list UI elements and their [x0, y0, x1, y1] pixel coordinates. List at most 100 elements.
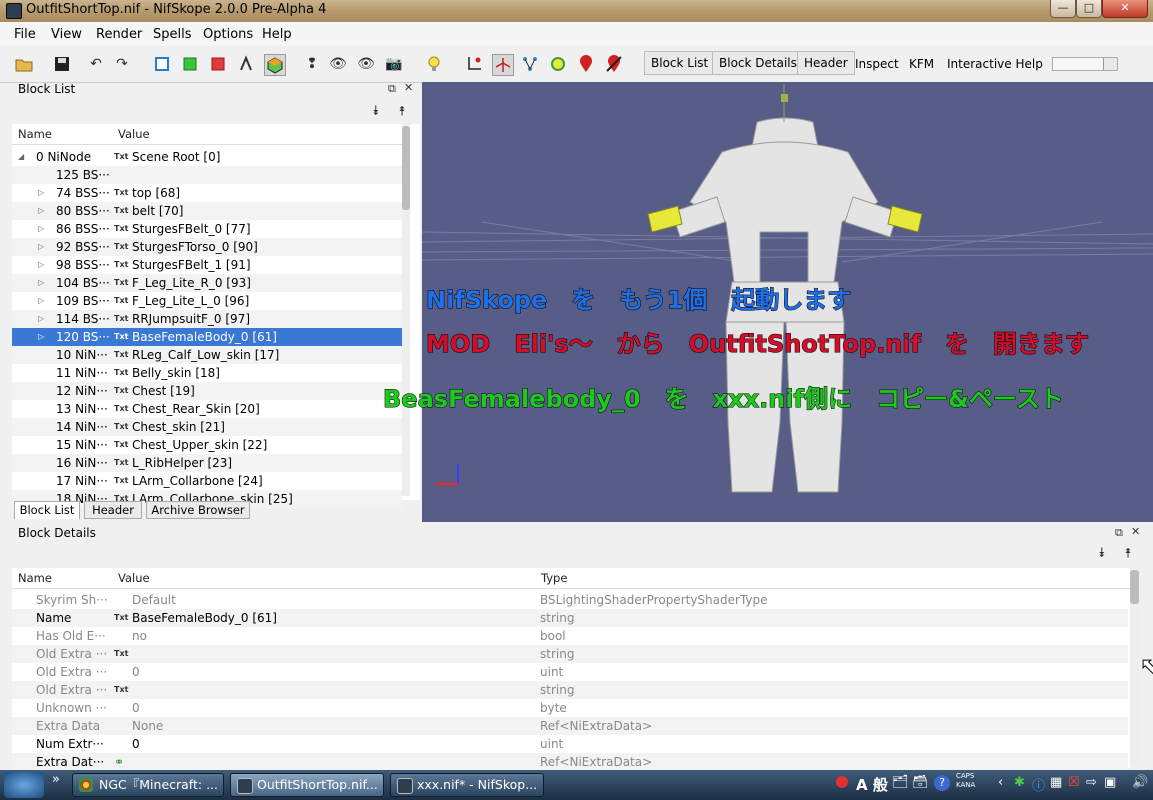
show-nodes-icon[interactable] [492, 54, 514, 76]
show-axes-icon[interactable] [464, 54, 484, 74]
detail-row[interactable]: Skyrim Sh··· Default BSLightingShaderPrope… [12, 591, 1128, 609]
menu-file[interactable]: File [14, 27, 36, 42]
tree-row[interactable]: 17 NiN··· Txt LArm_Collarbone [24] [12, 472, 402, 490]
detail-row[interactable]: Extra Dat··· ⚭ Ref<NiExtraData> [12, 753, 1128, 771]
maximize-button[interactable]: □ [1076, 0, 1102, 18]
float-panel-icon[interactable]: ⧉ [388, 82, 396, 96]
undo-icon[interactable]: ↶ [86, 54, 106, 74]
kfm-button[interactable]: KFM [909, 57, 934, 71]
tree-row[interactable]: 10 NiN··· Txt RLeg_Calf_Low_skin [17] [12, 346, 402, 364]
float-details-icon[interactable]: ⧉ [1115, 526, 1123, 540]
show-desktop-icon[interactable] [4, 772, 44, 798]
detail-row[interactable]: Unknown ··· 0 byte [12, 699, 1128, 717]
view-top-icon[interactable] [180, 54, 200, 74]
arrow-tray-icon[interactable]: ⇨ [1086, 775, 1097, 790]
tab-archive-browser[interactable]: Archive Browser [146, 501, 250, 519]
taskbar-nifskope-outfit[interactable]: OutfitShortTop.nif... [230, 773, 384, 797]
show-marked-icon[interactable]: 👁 [356, 54, 376, 74]
expand-arrow-icon[interactable]: ▷ [38, 328, 44, 346]
view-perspective-icon[interactable] [264, 54, 286, 76]
close-details-icon[interactable]: ✕ [1131, 525, 1140, 538]
show-hidden-icon[interactable]: 👁 [328, 54, 348, 74]
header-toggle-button[interactable]: Header [797, 51, 855, 75]
tree-row[interactable]: 11 NiN··· Txt Belly_skin [18] [12, 364, 402, 382]
menu-options[interactable]: Options [203, 27, 253, 42]
block-details-toggle-button[interactable]: Block Details [712, 51, 804, 75]
expand-arrow-icon[interactable]: ▷ [38, 184, 44, 202]
details-header-value[interactable]: Value [118, 571, 150, 585]
tree-row[interactable]: ▷ 114 BS··· Txt RRJumpsuitF_0 [97] [12, 310, 402, 328]
tree-row[interactable]: ▷ 120 BS··· Txt BaseFemaleBody_0 [61] [12, 328, 402, 346]
tab-header[interactable]: Header [84, 501, 142, 519]
view-side-icon[interactable] [208, 54, 228, 74]
monitor-icon[interactable]: ▣ [1104, 775, 1116, 790]
screenshot-icon[interactable]: 📷 [384, 54, 404, 74]
tree-row[interactable]: ▷ 92 BSS··· Txt SturgesFTorso_0 [90] [12, 238, 402, 256]
menu-view[interactable]: View [51, 27, 82, 42]
expand-all-icon[interactable]: ⯯ [372, 104, 380, 119]
tree-row[interactable]: ◢ 0 NiNode Txt Scene Root [0] [12, 148, 402, 166]
collapse-all-icon[interactable]: ⯭ [398, 104, 406, 119]
close-button[interactable]: ✕ [1102, 0, 1148, 18]
details-scroll-thumb[interactable] [1130, 570, 1139, 604]
tray-expand-icon[interactable]: ‹ [998, 775, 1003, 790]
ime-status-icon[interactable] [836, 776, 848, 788]
block-list-toggle-button[interactable]: Block List [644, 51, 716, 75]
detail-row[interactable]: Extra Data None Ref<NiExtraData> [12, 717, 1128, 735]
tab-block-list[interactable]: Block List [14, 501, 80, 519]
expand-arrow-icon[interactable]: ▷ [38, 292, 44, 310]
details-header-name[interactable]: Name [18, 571, 52, 585]
help-icon[interactable]: ? [934, 775, 950, 791]
detail-row[interactable]: Old Extra ··· Txt string [12, 681, 1128, 699]
lighting-icon[interactable] [424, 54, 444, 74]
column-header-value[interactable]: Value [118, 127, 150, 141]
detail-row[interactable]: Old Extra ··· 0 uint [12, 663, 1128, 681]
tree-row[interactable]: 13 NiN··· Txt Chest_Rear_Skin [20] [12, 400, 402, 418]
bluetooth-icon[interactable]: ✱ [1014, 775, 1025, 790]
walk-mode-icon[interactable]: ❢ [302, 54, 322, 74]
taskbar-overflow-icon[interactable]: » [52, 772, 60, 787]
minimize-button[interactable]: — [1050, 0, 1076, 18]
detail-row[interactable]: Name Txt BaseFemaleBody_0 [61] string [12, 609, 1128, 627]
ime-dictionary-icon[interactable]: 🗂 [892, 775, 909, 790]
redo-icon[interactable]: ↷ [112, 54, 132, 74]
tree-row[interactable]: ▷ 86 BSS··· Txt SturgesFBelt_0 [77] [12, 220, 402, 238]
tree-row[interactable]: ▷ 109 BS··· Txt F_Leg_Lite_L_0 [96] [12, 292, 402, 310]
menu-help[interactable]: Help [262, 27, 292, 42]
detail-row[interactable]: Old Extra ··· Txt string [12, 645, 1128, 663]
tree-row[interactable]: 15 NiN··· Txt Chest_Upper_skin [22] [12, 436, 402, 454]
ime-mode-indicator[interactable]: A 般 [856, 774, 888, 795]
expand-arrow-icon[interactable]: ▷ [38, 202, 44, 220]
tree-row[interactable]: ▷ 80 BSS··· Txt belt [70] [12, 202, 402, 220]
taskbar-chrome-window[interactable]: NGC『Minecraft: ... [72, 773, 224, 797]
block-list-scroll-thumb[interactable] [402, 126, 410, 210]
network-icon[interactable]: ▦ [1050, 775, 1062, 790]
expand-arrow-icon[interactable]: ▷ [38, 256, 44, 274]
show-markers-icon[interactable] [576, 54, 596, 74]
view-front-icon[interactable] [152, 54, 172, 74]
show-collision-icon[interactable] [548, 54, 568, 74]
error-icon[interactable]: ☒ [1068, 775, 1080, 790]
detail-row[interactable]: Has Old E··· no bool [12, 627, 1128, 645]
view-user-icon[interactable] [236, 54, 256, 74]
details-collapse-icon[interactable]: ⯭ [1124, 546, 1132, 561]
tree-row[interactable]: 14 NiN··· Txt Chest_skin [21] [12, 418, 402, 436]
open-folder-icon[interactable] [14, 54, 34, 74]
close-panel-icon[interactable]: ✕ [404, 81, 413, 94]
tree-row[interactable]: 125 BS··· [12, 166, 402, 184]
inspect-button[interactable]: Inspect [855, 57, 899, 71]
hide-markers-icon[interactable] [604, 54, 624, 74]
tree-row[interactable]: ▷ 98 BSS··· Txt SturgesFBelt_1 [91] [12, 256, 402, 274]
detail-row[interactable]: Num Extr··· 0 uint [12, 735, 1128, 753]
save-icon[interactable] [52, 54, 72, 74]
ime-tools-icon[interactable]: 🗃 [912, 775, 929, 790]
tree-row[interactable]: ▷ 104 BS··· Txt F_Leg_Lite_R_0 [93] [12, 274, 402, 292]
volume-icon[interactable]: 🔊 [1132, 775, 1148, 790]
tree-row[interactable]: 12 NiN··· Txt Chest [19] [12, 382, 402, 400]
info-icon[interactable]: ⓘ [1032, 775, 1045, 794]
expand-arrow-icon[interactable]: ▷ [38, 220, 44, 238]
expand-arrow-icon[interactable]: ▷ [38, 274, 44, 292]
tree-row[interactable]: ▷ 74 BSS··· Txt top [68] [12, 184, 402, 202]
interactive-help-button[interactable]: Interactive Help [947, 57, 1043, 71]
details-header-type[interactable]: Type [541, 571, 567, 585]
